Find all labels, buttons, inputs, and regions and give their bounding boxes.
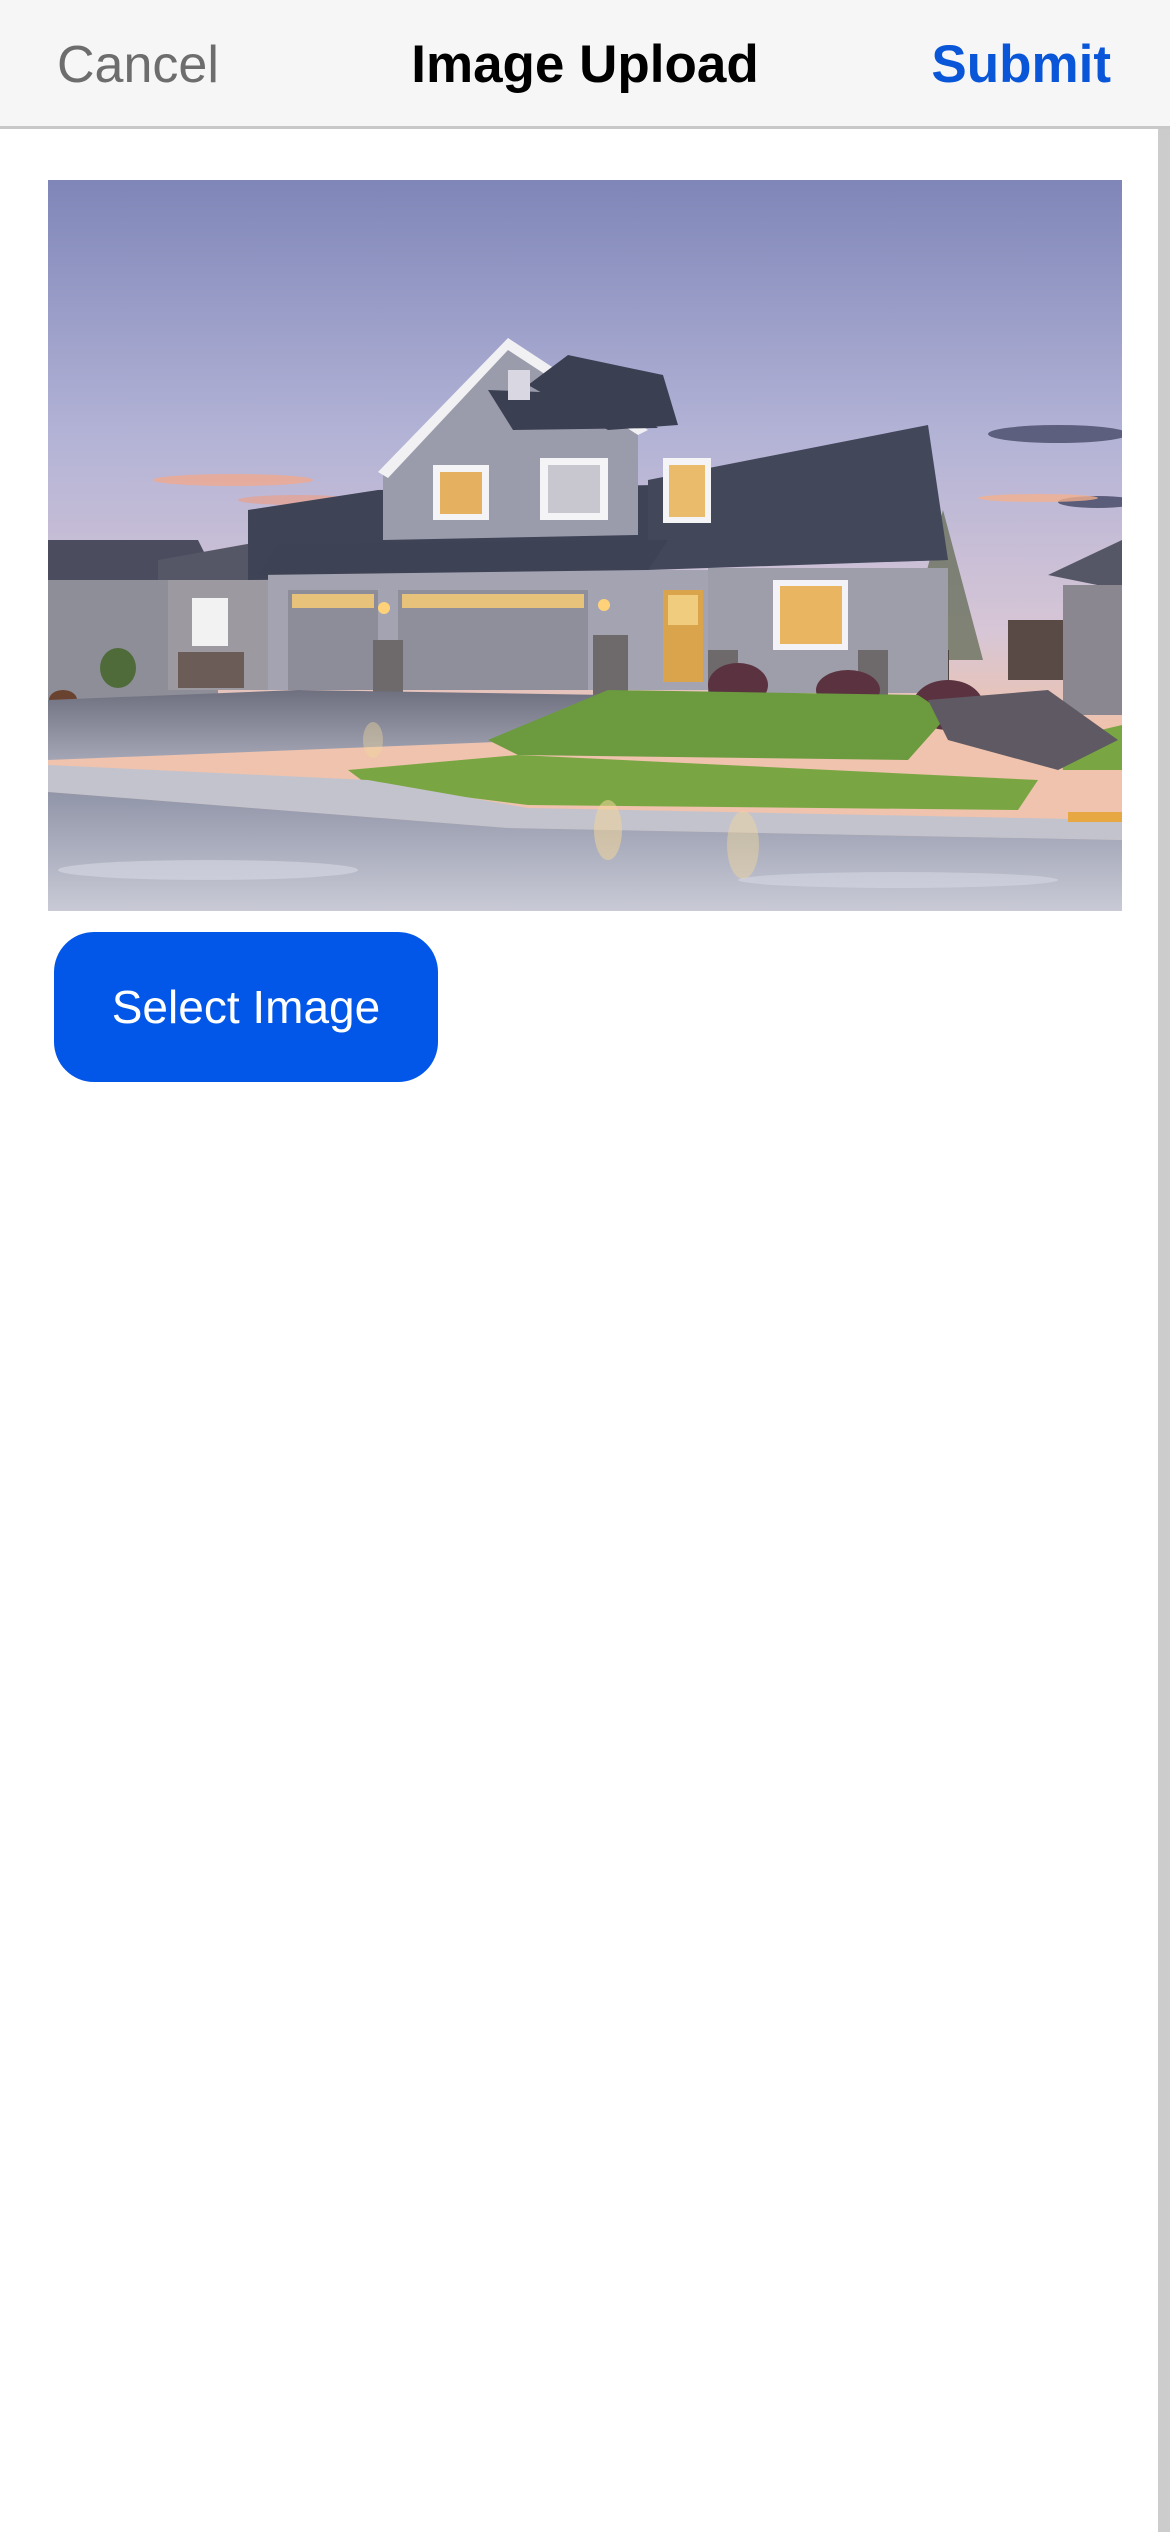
select-image-button[interactable]: Select Image [54, 932, 438, 1082]
scrollbar[interactable] [1158, 129, 1170, 2532]
submit-button[interactable]: Submit [931, 34, 1111, 96]
navigation-bar: Cancel Image Upload Submit [0, 0, 1170, 129]
image-preview [48, 180, 1122, 911]
house-photo [48, 180, 1122, 911]
